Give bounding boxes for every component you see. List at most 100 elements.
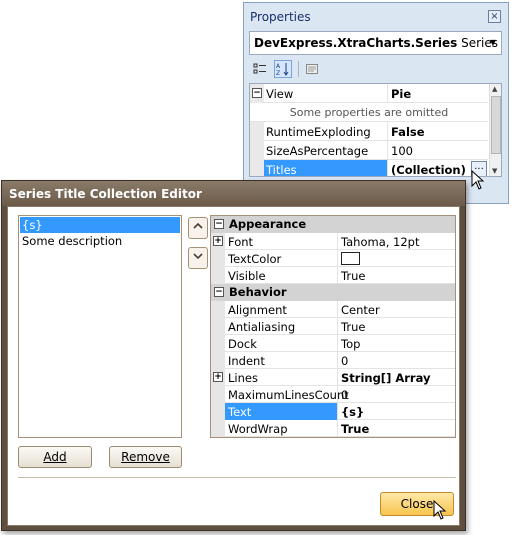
collapse-icon[interactable]: − bbox=[252, 88, 262, 98]
prop-name: Alignment bbox=[228, 303, 287, 317]
prop-row-view[interactable]: − View Pie bbox=[250, 84, 488, 103]
category-label: Appearance bbox=[229, 217, 307, 231]
prop-value: 0 bbox=[341, 388, 349, 402]
properties-grid: − View Pie Some properties are omitted R… bbox=[249, 83, 502, 177]
prop-value: Pie bbox=[391, 87, 412, 101]
properties-toolbar: A Z bbox=[249, 58, 502, 80]
row-gutter bbox=[211, 318, 225, 335]
prop-row-font[interactable]: + Font Tahoma, 12pt bbox=[211, 233, 455, 250]
object-selector-name: DevExpress.XtraCharts.Series bbox=[254, 36, 458, 50]
prop-row-size-as-percentage[interactable]: SizeAsPercentage 100 bbox=[250, 141, 488, 160]
dialog-title: Series Title Collection Editor bbox=[2, 181, 465, 206]
chevron-down-icon[interactable]: ▼ bbox=[490, 38, 496, 47]
add-button-label: Add bbox=[43, 450, 67, 464]
list-item[interactable]: {s} bbox=[20, 217, 180, 233]
move-up-button[interactable] bbox=[188, 217, 208, 239]
prop-name: Indent bbox=[228, 354, 265, 368]
prop-row-textcolor[interactable]: TextColor bbox=[211, 250, 455, 267]
column-divider bbox=[337, 352, 338, 369]
scroll-down-icon[interactable]: ▼ bbox=[492, 167, 497, 175]
column-divider bbox=[337, 318, 338, 335]
collapse-icon[interactable]: − bbox=[214, 287, 224, 297]
row-gutter bbox=[211, 335, 225, 352]
move-down-button[interactable] bbox=[188, 247, 208, 269]
prop-value: (Collection) bbox=[391, 163, 466, 177]
category-label: Behavior bbox=[229, 285, 287, 299]
row-gutter bbox=[211, 420, 225, 437]
expand-icon[interactable]: + bbox=[213, 372, 223, 382]
prop-row-lines[interactable]: + Lines String[] Array bbox=[211, 369, 455, 386]
alphabetical-sort-icon[interactable]: A Z bbox=[274, 60, 292, 78]
row-gutter: + bbox=[211, 233, 225, 250]
categorized-icon[interactable] bbox=[251, 60, 269, 78]
object-selector[interactable]: DevExpress.XtraCharts.Series Series ▼ bbox=[249, 31, 502, 55]
prop-value: 100 bbox=[391, 144, 413, 158]
remove-button-label: Remove bbox=[121, 450, 170, 464]
row-gutter bbox=[211, 386, 225, 403]
prop-row-runtime-exploding[interactable]: RuntimeExploding False bbox=[250, 122, 488, 141]
column-divider bbox=[337, 301, 338, 318]
row-gutter bbox=[211, 301, 225, 318]
prop-name: MaximumLinesCount bbox=[228, 388, 349, 402]
prop-row-dock[interactable]: Dock Top bbox=[211, 335, 455, 352]
column-divider bbox=[387, 84, 388, 103]
prop-value: True bbox=[341, 320, 366, 334]
prop-name: Visible bbox=[228, 269, 266, 283]
mouse-cursor-icon bbox=[471, 170, 485, 190]
prop-name: Lines bbox=[228, 371, 258, 385]
property-pages-icon[interactable] bbox=[303, 60, 321, 78]
row-gutter bbox=[211, 352, 225, 369]
prop-name: WordWrap bbox=[228, 422, 288, 436]
column-divider bbox=[337, 369, 338, 386]
add-button[interactable]: Add bbox=[18, 446, 92, 468]
prop-name: Text bbox=[228, 405, 252, 419]
scroll-up-icon[interactable]: ▲ bbox=[492, 85, 497, 93]
title-property-grid: − Appearance + Font Tahoma, 12pt TextCol… bbox=[210, 215, 456, 438]
row-gutter bbox=[250, 141, 264, 160]
row-gutter bbox=[211, 267, 225, 284]
prop-row-alignment[interactable]: Alignment Center bbox=[211, 301, 455, 318]
category-behavior[interactable]: − Behavior bbox=[211, 284, 455, 301]
row-gutter bbox=[250, 160, 264, 176]
collapse-icon[interactable]: − bbox=[214, 219, 224, 229]
prop-value: True bbox=[341, 422, 370, 436]
remove-button[interactable]: Remove bbox=[109, 446, 182, 468]
prop-row-visible[interactable]: Visible True bbox=[211, 267, 455, 284]
column-divider bbox=[337, 233, 338, 250]
prop-row-maximum-lines-count[interactable]: MaximumLinesCount 0 bbox=[211, 386, 455, 403]
vertical-scrollbar[interactable]: ▲ ▼ bbox=[489, 84, 501, 176]
row-gutter bbox=[250, 122, 264, 141]
prop-row-titles[interactable]: Titles (Collection) ... bbox=[250, 160, 488, 177]
prop-value: Top bbox=[341, 337, 361, 351]
column-divider bbox=[337, 403, 338, 420]
prop-name: TextColor bbox=[228, 252, 282, 266]
properties-title: Properties bbox=[244, 3, 508, 29]
column-divider bbox=[337, 420, 338, 437]
category-appearance[interactable]: − Appearance bbox=[211, 216, 455, 233]
row-gutter bbox=[211, 403, 225, 420]
column-divider bbox=[337, 267, 338, 284]
expand-icon[interactable]: + bbox=[213, 236, 223, 246]
prop-row-text[interactable]: Text {s} bbox=[211, 403, 455, 420]
prop-row-wordwrap[interactable]: WordWrap True bbox=[211, 420, 455, 437]
mouse-cursor-icon bbox=[433, 500, 447, 520]
prop-value: String[] Array bbox=[341, 371, 431, 385]
prop-name: Dock bbox=[228, 337, 257, 351]
dialog-body: {s} Some description − Appearance + Font… bbox=[7, 206, 460, 526]
svg-text:A: A bbox=[276, 63, 281, 70]
column-divider bbox=[387, 122, 388, 141]
titles-list[interactable]: {s} Some description bbox=[18, 215, 182, 438]
chevron-up-icon bbox=[193, 222, 203, 229]
prop-row-antialiasing[interactable]: Antialiasing True bbox=[211, 318, 455, 335]
color-swatch[interactable] bbox=[341, 252, 360, 265]
row-gutter: − bbox=[250, 84, 264, 103]
column-divider bbox=[387, 160, 388, 176]
column-divider bbox=[387, 141, 388, 160]
close-icon[interactable]: × bbox=[488, 10, 501, 23]
list-item[interactable]: Some description bbox=[20, 233, 180, 249]
scroll-thumb[interactable] bbox=[491, 96, 501, 154]
prop-row-indent[interactable]: Indent 0 bbox=[211, 352, 455, 369]
prop-value: {s} bbox=[341, 405, 365, 419]
row-gutter: + bbox=[211, 369, 225, 386]
prop-value: Tahoma, 12pt bbox=[341, 235, 420, 249]
